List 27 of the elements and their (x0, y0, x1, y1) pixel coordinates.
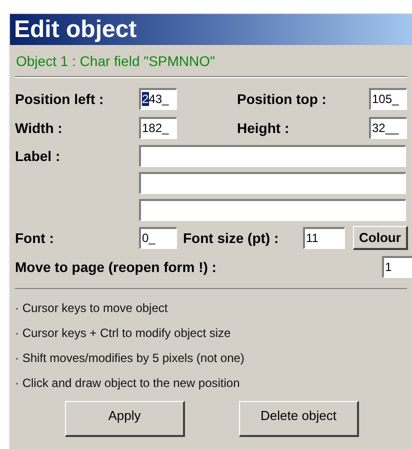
field-label: Label : (15, 148, 62, 164)
field-label: Font size (pt) : (183, 230, 280, 246)
input-field[interactable] (139, 198, 406, 220)
input-field[interactable]: 243_ (139, 88, 177, 110)
input-field[interactable]: 11 (303, 226, 345, 248)
object-caption: Object 1 : Char field "SPMNNO" (15, 52, 216, 71)
field-label: Position top : (237, 90, 328, 106)
action-button[interactable]: Apply (65, 401, 185, 437)
field-label: Position left : (15, 90, 105, 106)
input-field[interactable]: 182_ (139, 116, 177, 138)
window-title: Edit object (10, 14, 412, 45)
input-field[interactable]: 32__ (369, 116, 407, 138)
action-button[interactable]: Delete object (239, 401, 359, 437)
input-field[interactable]: 105_ (369, 88, 407, 110)
hint-text: · Cursor keys to move object (15, 301, 169, 317)
input-field[interactable] (139, 172, 406, 194)
field-label: Font : (15, 230, 55, 246)
hint-text: · Cursor keys + Ctrl to modify object size (15, 326, 232, 342)
field-label: Height : (237, 120, 290, 136)
colour-button[interactable]: Colour (353, 226, 408, 250)
hint-text: · Click and draw object to the new position (15, 376, 241, 392)
input-field[interactable]: 0_ (139, 226, 177, 248)
field-label: Move to page (reopen form !) : (15, 258, 218, 274)
field-label: Width : (15, 120, 64, 136)
input-field[interactable]: 1 (382, 256, 412, 278)
hint-text: · Shift moves/modifies by 5 pixels (not one) (15, 351, 246, 367)
input-field[interactable] (139, 144, 406, 166)
